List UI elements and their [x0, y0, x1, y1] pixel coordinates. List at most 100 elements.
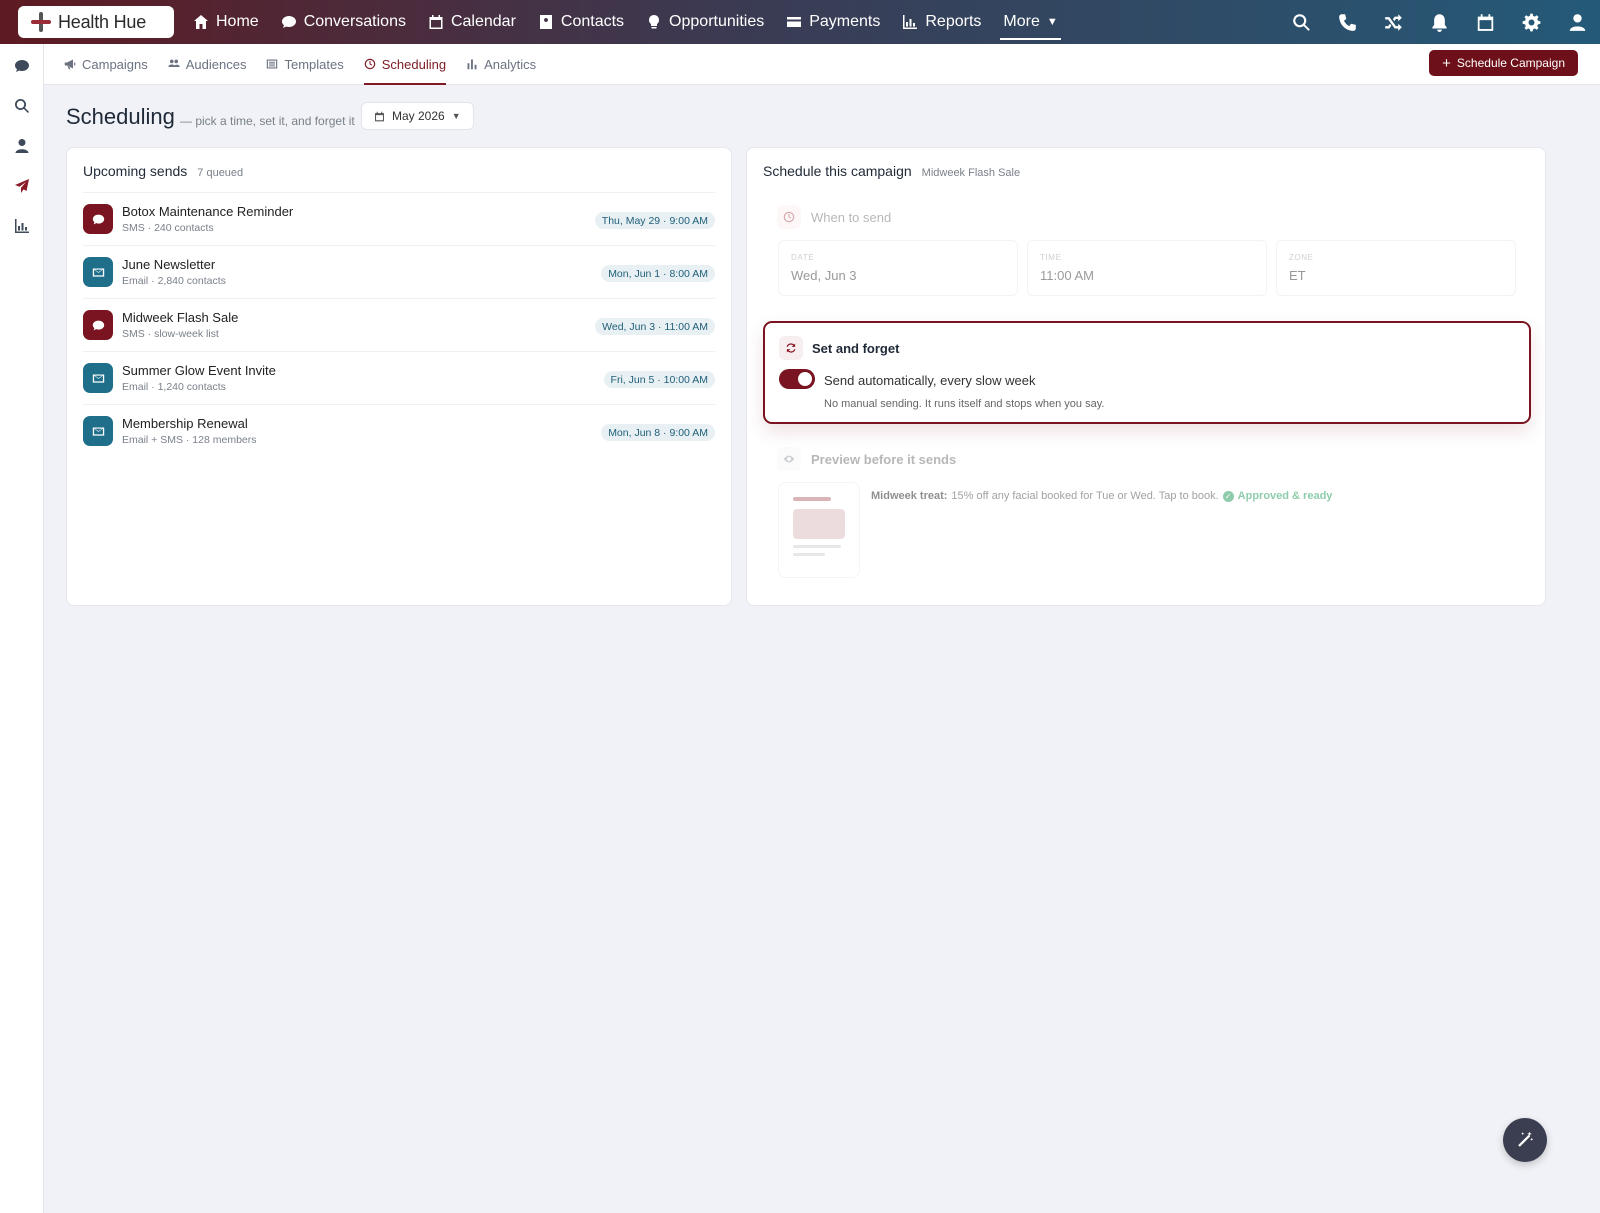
panel-title: Set and forget [812, 340, 900, 356]
gear-icon[interactable] [1508, 0, 1554, 44]
month-selector[interactable]: May 2026 ▼ [361, 102, 474, 130]
nav-item-label: Payments [809, 13, 881, 30]
bar-chart-icon [467, 59, 477, 70]
upcoming-sends-card: Upcoming sends 7 queued Botox Maintenanc… [66, 147, 732, 606]
zone-field[interactable]: ZONE ET [1276, 240, 1516, 296]
card-title: Schedule this campaign [763, 163, 912, 179]
bell-icon[interactable] [1416, 0, 1462, 44]
tab-label: Scheduling [381, 56, 447, 72]
lightbulb-icon [649, 15, 660, 29]
preview-message: Midweek treat: 15% off any facial booked… [871, 490, 1332, 502]
page-subtitle: — pick a time, set it, and forget it [180, 114, 355, 128]
rail-contacts[interactable] [0, 126, 44, 166]
magic-wand-fab[interactable] [1503, 1118, 1547, 1162]
envelope-icon [92, 373, 104, 383]
send-audience: Email · 1,240 contacts [122, 381, 226, 393]
nav-item-label: Calendar [450, 13, 516, 30]
left-rail [0, 44, 44, 1213]
tab-campaigns[interactable]: Campaigns [64, 44, 148, 85]
field-label: TIME [1040, 253, 1062, 262]
nav-item-contacts[interactable]: Contacts [527, 0, 635, 44]
nav-item-label: Reports [925, 13, 982, 30]
search-icon[interactable] [1278, 0, 1324, 44]
approved-status: ✓ Approved & ready [1222, 490, 1333, 502]
calendar-icon[interactable] [1462, 0, 1508, 44]
paper-plane-icon [15, 179, 29, 193]
rail-reports[interactable] [0, 206, 44, 246]
button-label: Schedule Campaign [1456, 56, 1565, 70]
list-item[interactable]: Summer Glow Event Invite Email · 1,240 c… [83, 351, 715, 404]
card-title: Upcoming sends [83, 163, 188, 179]
panel-header: Set and forget [779, 336, 899, 360]
nav-item-opportunities[interactable]: Opportunities [635, 0, 775, 44]
send-time-pill: Mon, Jun 1 · 8:00 AM [601, 265, 715, 282]
set-and-forget-panel: Set and forget Send automatically, every… [763, 321, 1531, 424]
eye-icon [777, 447, 801, 471]
send-name: Midweek Flash Sale [122, 310, 239, 325]
email-badge [83, 257, 113, 287]
bar-chart-icon [903, 15, 918, 29]
bar-chart-icon [15, 219, 29, 233]
plus-icon: + [1442, 54, 1451, 72]
schedule-campaign-card: Schedule this campaign Midweek Flash Sal… [746, 147, 1546, 606]
refresh-icon [779, 336, 803, 360]
tab-scheduling[interactable]: Scheduling [363, 44, 447, 85]
phone-icon[interactable] [1324, 0, 1370, 44]
list-item[interactable]: Botox Maintenance Reminder SMS · 240 con… [83, 192, 715, 245]
preview-step: Preview before it sends [777, 447, 956, 471]
campaign-name: Midweek Flash Sale [921, 167, 1021, 179]
list-item[interactable]: Membership Renewal Email + SMS · 128 mem… [83, 404, 715, 457]
tab-templates[interactable]: Templates [266, 44, 344, 85]
auto-send-toggle[interactable] [779, 369, 815, 389]
schedule-campaign-button[interactable]: + Schedule Campaign [1429, 50, 1578, 76]
message-preview-thumbnail[interactable] [778, 482, 860, 578]
date-field[interactable]: DATE Wed, Jun 3 [778, 240, 1018, 296]
cross-logo-icon [30, 11, 52, 33]
when-to-send-step: When to send [777, 205, 891, 229]
send-time-pill: Wed, Jun 3 · 11:00 AM [595, 318, 715, 335]
clock-icon [777, 205, 801, 229]
send-info: Botox Maintenance Reminder SMS · 240 con… [122, 204, 293, 234]
send-name: June Newsletter [122, 257, 216, 272]
user-icon[interactable] [1554, 0, 1600, 44]
tab-label: Campaigns [82, 56, 148, 72]
shuffle-icon[interactable] [1370, 0, 1416, 44]
top-navigation-bar: Health Hue Home Conversations Calendar C… [0, 0, 1600, 44]
nav-item-label: Home [216, 13, 259, 30]
nav-item-more[interactable]: More ▼ [992, 0, 1068, 44]
brand-logo[interactable]: Health Hue [18, 6, 174, 38]
send-audience: Email + SMS · 128 members [122, 434, 257, 446]
nav-item-home[interactable]: Home [182, 0, 270, 44]
tab-audiences[interactable]: Audiences [168, 44, 246, 85]
user-icon [15, 139, 29, 153]
sub-navigation: Campaigns Audiences Templates Scheduling… [44, 44, 1600, 85]
step-label: Preview before it sends [811, 451, 957, 467]
time-field[interactable]: TIME 11:00 AM [1027, 240, 1267, 296]
nav-item-conversations[interactable]: Conversations [270, 0, 417, 44]
rail-conversations[interactable] [0, 46, 44, 86]
send-time-pill: Fri, Jun 5 · 10:00 AM [603, 371, 715, 388]
nav-item-payments[interactable]: Payments [775, 0, 891, 44]
tab-analytics[interactable]: Analytics [466, 44, 536, 85]
nav-utility-icons [1278, 0, 1600, 44]
nav-item-label: Opportunities [669, 13, 765, 30]
page-title: Scheduling [66, 104, 175, 129]
brand-name: Health Hue [58, 11, 147, 32]
rail-campaigns[interactable] [0, 166, 44, 206]
megaphone-icon [64, 59, 76, 70]
tab-label: Templates [284, 56, 344, 72]
magic-wand-icon [1518, 1131, 1534, 1147]
list-item[interactable]: June Newsletter Email · 2,840 contacts M… [83, 245, 715, 298]
search-icon [14, 99, 29, 113]
chat-bubble-icon [92, 320, 104, 330]
card-header: Schedule this campaign Midweek Flash Sal… [763, 163, 1020, 179]
home-icon [194, 15, 208, 29]
status-label: Approved & ready [1237, 490, 1333, 502]
list-item[interactable]: Midweek Flash Sale SMS · slow-week list … [83, 298, 715, 351]
chat-bubble-icon [92, 214, 104, 224]
rail-search[interactable] [0, 86, 44, 126]
send-name: Botox Maintenance Reminder [122, 204, 294, 219]
email-badge [83, 363, 113, 393]
nav-item-calendar[interactable]: Calendar [417, 0, 527, 44]
nav-item-reports[interactable]: Reports [891, 0, 992, 44]
